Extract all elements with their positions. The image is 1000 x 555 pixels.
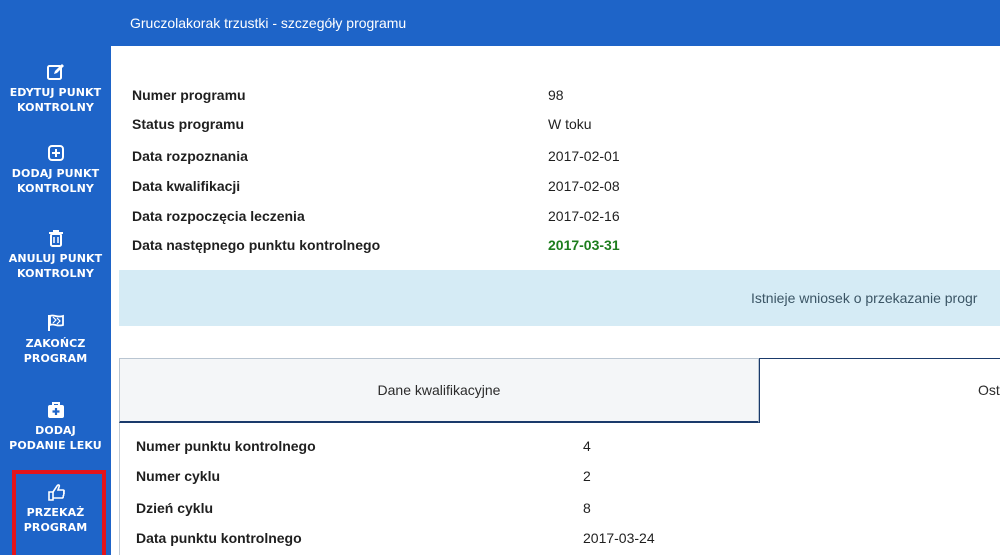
program-status-row: Status programu W toku — [132, 109, 992, 139]
tab-latest-label: Ost — [978, 382, 1000, 398]
finish-program-button[interactable]: ZAKOŃCZ PROGRAM — [0, 313, 111, 366]
program-number-label: Numer programu — [132, 87, 246, 103]
qualification-date-row: Data kwalifikacji 2017-02-08 — [132, 171, 992, 201]
tab-qualification-data[interactable]: Dane kwalifikacyjne — [119, 358, 759, 423]
diagnosis-date-label: Data rozpoznania — [132, 148, 248, 164]
program-number-value: 98 — [548, 87, 564, 103]
next-checkpoint-date-value: 2017-03-31 — [548, 237, 620, 253]
title-bar: Gruczolakorak trzustki - szczegóły progr… — [111, 0, 1000, 46]
trash-icon — [46, 228, 66, 248]
cycle-day-label: Dzień cyklu — [136, 500, 214, 516]
checkpoint-number-value: 4 — [583, 438, 591, 454]
add-checkpoint-button[interactable]: DODAJ PUNKT KONTROLNY — [0, 143, 111, 196]
finish-program-label: ZAKOŃCZ PROGRAM — [23, 337, 88, 365]
next-checkpoint-date-row: Data następnego punktu kontrolnego 2017-… — [132, 230, 992, 260]
add-checkpoint-label: DODAJ PUNKT KONTROLNY — [11, 167, 100, 195]
checkpoint-date-row: Data punktu kontrolnego 2017-03-24 — [136, 523, 986, 553]
program-status-label: Status programu — [132, 116, 245, 132]
treatment-start-date-row: Data rozpoczęcia leczenia 2017-02-16 — [132, 201, 992, 231]
plus-square-icon — [46, 143, 66, 163]
cancel-checkpoint-button[interactable]: ANULUJ PUNKT KONTROLNY — [0, 228, 111, 281]
cycle-number-row: Numer cyklu 2 — [136, 461, 986, 491]
tab-qualification-data-label: Dane kwalifikacyjne — [377, 382, 501, 398]
add-drug-administration-button[interactable]: DODAJ PODANIE LEKU — [0, 400, 111, 453]
checkpoint-number-row: Numer punktu kontrolnego 4 — [136, 431, 986, 461]
medkit-icon — [46, 400, 66, 420]
diagnosis-date-value: 2017-02-01 — [548, 148, 620, 164]
checkpoint-number-label: Numer punktu kontrolnego — [136, 438, 316, 454]
cancel-checkpoint-label: ANULUJ PUNKT KONTROLNY — [8, 252, 103, 280]
edit-checkpoint-button[interactable]: EDYTUJ PUNKT KONTROLNY — [0, 62, 111, 115]
tab-bar: Dane kwalifikacyjne Ost — [119, 358, 1000, 423]
cycle-day-value: 8 — [583, 500, 591, 516]
cycle-day-row: Dzień cyklu 8 — [136, 493, 986, 523]
diagnosis-date-row: Data rozpoznania 2017-02-01 — [132, 141, 992, 171]
program-status-value: W toku — [548, 116, 592, 132]
program-number-row: Numer programu 98 — [132, 80, 992, 110]
tab-latest[interactable]: Ost — [759, 358, 1000, 423]
cycle-number-label: Numer cyklu — [136, 468, 221, 484]
checkpoint-date-value: 2017-03-24 — [583, 530, 655, 546]
edit-checkpoint-label: EDYTUJ PUNKT KONTROLNY — [9, 86, 102, 114]
add-drug-administration-label: DODAJ PODANIE LEKU — [9, 424, 102, 452]
cycle-number-value: 2 — [583, 468, 591, 484]
checkpoint-date-label: Data punktu kontrolnego — [136, 530, 302, 546]
treatment-start-date-label: Data rozpoczęcia leczenia — [132, 208, 305, 224]
edit-icon — [46, 62, 66, 82]
transfer-program-highlight — [12, 470, 106, 555]
transfer-request-notice: Istnieje wniosek o przekazanie progr — [119, 270, 1000, 326]
treatment-start-date-value: 2017-02-16 — [548, 208, 620, 224]
next-checkpoint-date-label: Data następnego punktu kontrolnego — [132, 237, 381, 253]
sidebar: EDYTUJ PUNKT KONTROLNY DODAJ PUNKT KONTROL… — [0, 0, 111, 555]
notice-text: Istnieje wniosek o przekazanie progr — [751, 290, 978, 306]
qualification-date-label: Data kwalifikacji — [132, 178, 241, 194]
qualification-date-value: 2017-02-08 — [548, 178, 620, 194]
page-title: Gruczolakorak trzustki - szczegóły progr… — [130, 15, 407, 31]
flag-checkered-icon — [46, 313, 66, 333]
